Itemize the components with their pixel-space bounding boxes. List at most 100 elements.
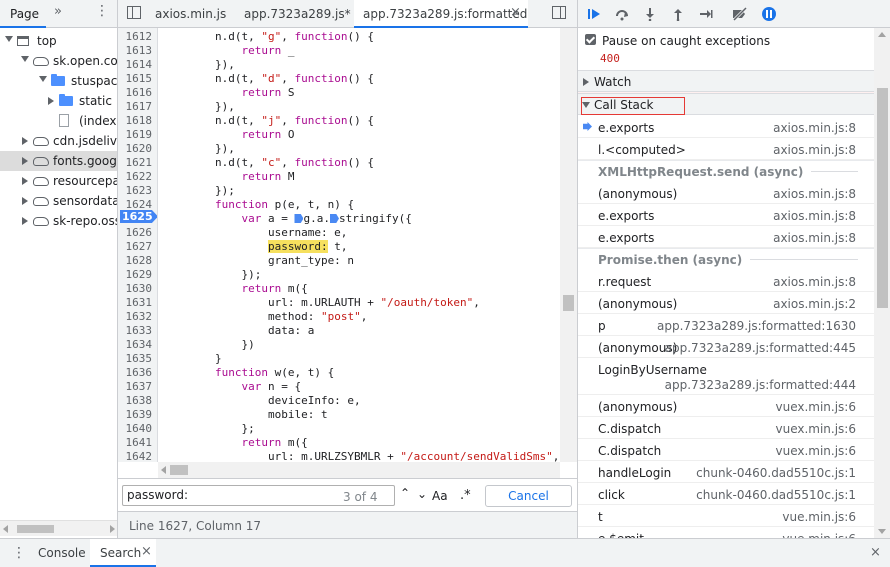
toggle-navigator-icon[interactable]	[127, 6, 141, 19]
frame-location[interactable]: app.7323a289.js:formatted:445	[665, 341, 856, 355]
call-frame[interactable]: LoginByUsername app.7323a289.js:formatted…	[578, 358, 874, 395]
editor-horizontal-scrollbar[interactable]	[158, 462, 560, 478]
tab-console[interactable]: Console	[26, 539, 88, 567]
line-number[interactable]: 1616	[118, 86, 153, 99]
call-frame[interactable]: e.exports axios.min.js:8	[578, 204, 874, 226]
call-frame[interactable]: C.dispatch vuex.min.js:6	[578, 417, 874, 439]
tree-item[interactable]: fonts.google	[0, 151, 117, 171]
call-frame[interactable]: (anonymous) vuex.min.js:6	[578, 395, 874, 417]
scroll-left-icon[interactable]	[161, 466, 166, 474]
code-line[interactable]: username: e,	[162, 226, 347, 239]
pause-on-caught-row[interactable]: Pause on caught exceptions 400	[578, 28, 874, 98]
breakpoint-marker[interactable]: 1625	[120, 210, 157, 223]
frame-location[interactable]: chunk-0460.dad5510c.js:1	[696, 466, 856, 480]
call-frame[interactable]: click chunk-0460.dad5510c.js:1	[578, 483, 874, 505]
tree-item[interactable]: sensordata.o	[0, 191, 117, 211]
tab-app-js-formatted[interactable]: app.7323a289.js:formatted ×	[354, 0, 528, 28]
toggle-debugger-icon[interactable]	[552, 6, 566, 19]
line-number[interactable]: 1630	[118, 282, 153, 295]
code-line[interactable]: function p(e, t, n) {	[162, 198, 354, 211]
code-line[interactable]: n.d(t, "d", function() {	[162, 72, 374, 85]
close-drawer-icon[interactable]: ×	[870, 545, 881, 560]
frame-location[interactable]: axios.min.js:8	[773, 231, 856, 245]
close-icon[interactable]: ×	[510, 5, 521, 20]
line-number[interactable]: 1622	[118, 170, 153, 183]
frame-location[interactable]: axios.min.js:8	[773, 275, 856, 289]
line-number[interactable]: 1640	[118, 422, 153, 435]
line-number[interactable]: 1634	[118, 338, 153, 351]
chevron-right-icon[interactable]	[22, 177, 28, 185]
tree-item[interactable]: stuspace-a	[0, 71, 117, 91]
chevron-down-icon[interactable]	[21, 56, 29, 62]
tree-item[interactable]: top	[0, 31, 117, 51]
line-number[interactable]: 1637	[118, 380, 153, 393]
line-number[interactable]: 1618	[118, 114, 153, 127]
code-view[interactable]: n.d(t, "g", function() { return _ }), n.…	[158, 28, 560, 462]
scrollbar-thumb[interactable]	[877, 88, 888, 308]
frame-location[interactable]: axios.min.js:8	[773, 187, 856, 201]
tree-item[interactable]: cdn.jsdelivr.n	[0, 131, 117, 151]
call-frame[interactable]: l.<computed> axios.min.js:8	[578, 138, 874, 160]
frame-location[interactable]: axios.min.js:2	[773, 297, 856, 311]
code-line[interactable]: n.d(t, "g", function() {	[162, 30, 374, 43]
step-out-icon[interactable]	[668, 4, 688, 24]
scroll-left-icon[interactable]	[3, 525, 8, 533]
code-line[interactable]: return _	[162, 44, 294, 57]
scroll-up-icon[interactable]	[878, 32, 886, 37]
code-line[interactable]: grant_type: n	[162, 254, 354, 267]
line-number[interactable]: 1619	[118, 128, 153, 141]
chevron-down-icon[interactable]	[5, 36, 13, 42]
code-line[interactable]: return m({	[162, 436, 307, 449]
call-frame[interactable]: (anonymous) app.7323a289.js:formatted:445	[578, 336, 874, 358]
navigator-horizontal-scrollbar[interactable]	[0, 520, 117, 536]
close-icon[interactable]: ×	[141, 544, 152, 559]
scroll-right-icon[interactable]	[110, 525, 115, 533]
scroll-down-icon[interactable]	[878, 529, 886, 534]
line-number[interactable]: 1633	[118, 324, 153, 337]
line-number[interactable]: 1628	[118, 254, 153, 267]
frame-location[interactable]: vue.min.js:6	[782, 510, 856, 524]
tree-item[interactable]: resourcepath	[0, 171, 117, 191]
frame-location[interactable]: axios.min.js:8	[773, 209, 856, 223]
code-line[interactable]: var n = {	[162, 380, 301, 393]
code-line[interactable]: return O	[162, 128, 294, 141]
pause-on-exceptions-icon[interactable]	[762, 7, 776, 21]
scrollbar-thumb[interactable]	[563, 295, 574, 311]
code-line[interactable]: n.d(t, "c", function() {	[162, 156, 374, 169]
code-line[interactable]: return M	[162, 170, 294, 183]
frame-location[interactable]: axios.min.js:8	[773, 121, 856, 135]
line-number[interactable]: 1642	[118, 450, 153, 462]
code-line[interactable]: function w(e, t) {	[162, 366, 334, 379]
cancel-button[interactable]: Cancel	[485, 485, 572, 507]
call-frame[interactable]: p app.7323a289.js:formatted:1630	[578, 314, 874, 336]
line-number[interactable]: 1631	[118, 296, 153, 309]
call-frame[interactable]: handleLogin chunk-0460.dad5510c.js:1	[578, 461, 874, 483]
navigator-menu-icon[interactable]: ⋮	[95, 3, 109, 19]
code-line[interactable]: });	[162, 268, 261, 281]
line-number[interactable]: 1632	[118, 310, 153, 323]
scrollbar-thumb[interactable]	[170, 465, 188, 475]
frame-location[interactable]: vuex.min.js:6	[775, 400, 856, 414]
editor-vertical-scrollbar[interactable]	[560, 28, 577, 462]
call-frame[interactable]: e.$emitvue.min.js:6	[578, 527, 874, 538]
line-number[interactable]: 1615	[118, 72, 153, 85]
more-tabs-icon[interactable]: »	[54, 4, 62, 19]
line-number[interactable]: 1624	[118, 198, 153, 211]
frame-location[interactable]: chunk-0460.dad5510c.js:1	[696, 488, 856, 502]
line-number[interactable]: 1629	[118, 268, 153, 281]
watch-section-header[interactable]: Watch	[578, 70, 874, 92]
call-frame[interactable]: r.request axios.min.js:8	[578, 270, 874, 292]
chevron-right-icon[interactable]	[22, 217, 28, 225]
line-number[interactable]: 1623	[118, 184, 153, 197]
step-into-icon[interactable]	[640, 4, 660, 24]
inline-breakpoint-icon[interactable]	[294, 214, 304, 223]
code-line[interactable]: });	[162, 184, 235, 197]
chevron-down-icon[interactable]	[39, 76, 47, 82]
find-previous-icon[interactable]: ⌃	[400, 486, 410, 500]
tab-app-js[interactable]: app.7323a289.js*	[236, 0, 351, 28]
frame-location[interactable]: vuex.min.js:6	[775, 422, 856, 436]
code-line[interactable]: }),	[162, 142, 235, 155]
line-number[interactable]: 1636	[118, 366, 153, 379]
line-number[interactable]: 1613	[118, 44, 153, 57]
code-line[interactable]: }),	[162, 100, 235, 113]
